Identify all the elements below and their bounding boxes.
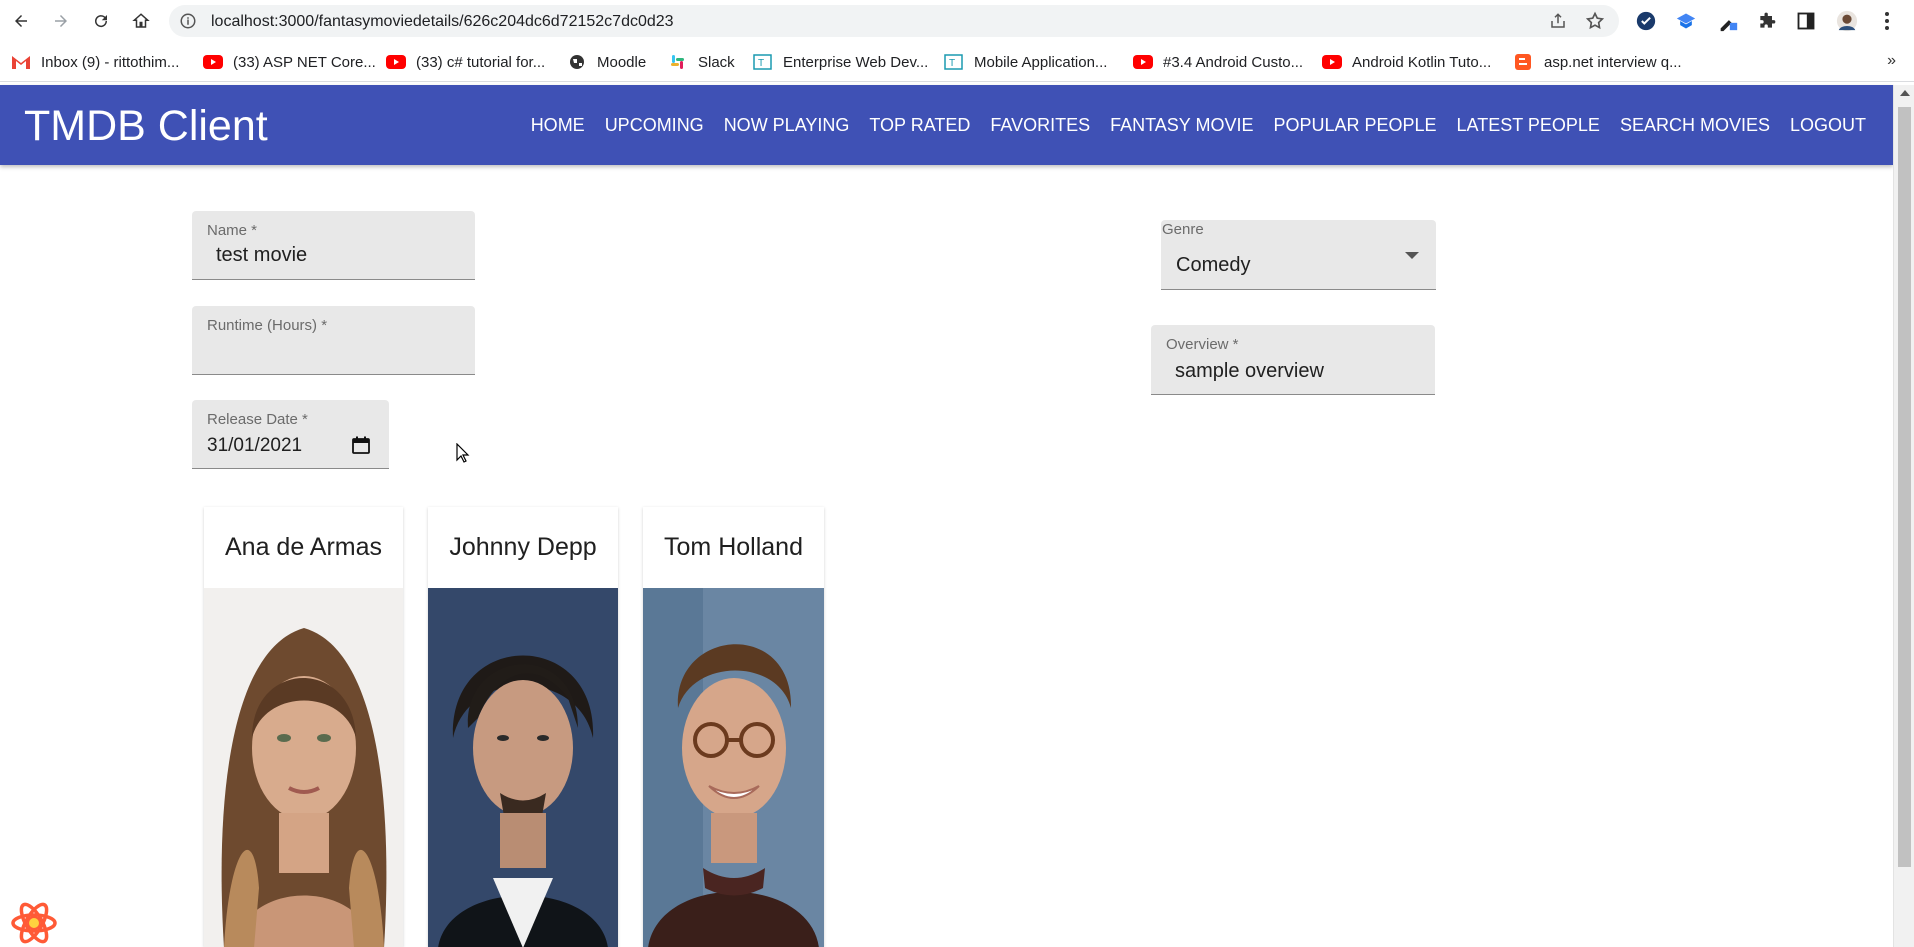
bookmark-item[interactable]: (33) c# tutorial for...	[386, 51, 545, 73]
release-date-input[interactable]: 31/01/2021	[207, 435, 302, 457]
app-title[interactable]: TMDB Client	[24, 102, 268, 151]
actor-photo	[643, 588, 824, 947]
reload-icon[interactable]	[87, 7, 115, 35]
side-panel-icon[interactable]	[1795, 10, 1817, 32]
youtube-icon	[386, 55, 406, 69]
main-nav: HOME UPCOMING NOW PLAYING TOP RATED FAVO…	[521, 85, 1876, 165]
overview-label: Overview *	[1166, 336, 1239, 353]
bookmark-label: #3.4 Android Custo...	[1163, 53, 1304, 71]
profile-avatar-icon[interactable]	[1836, 10, 1858, 32]
youtube-icon	[1322, 55, 1342, 69]
bookmark-label: (33) c# tutorial for...	[416, 53, 546, 71]
nav-now-playing[interactable]: NOW PLAYING	[714, 115, 860, 136]
gmail-icon	[12, 56, 30, 69]
bookmark-item[interactable]: T Enterprise Web Dev...	[753, 51, 928, 73]
blogger-icon	[1515, 54, 1531, 70]
bookmark-label: Enterprise Web Dev...	[783, 53, 929, 71]
nav-latest-people[interactable]: LATEST PEOPLE	[1447, 115, 1610, 136]
react-devtools-icon[interactable]	[9, 900, 59, 946]
forward-arrow-icon[interactable]	[47, 7, 75, 35]
info-icon[interactable]	[179, 12, 197, 30]
nav-upcoming[interactable]: UPCOMING	[595, 115, 714, 136]
scrollbar-thumb[interactable]	[1898, 107, 1911, 867]
actor-card[interactable]: Ana de Armas	[204, 507, 403, 947]
actor-card[interactable]: Tom Holland	[643, 507, 824, 947]
actor-photo	[428, 588, 618, 947]
bookmark-label: asp.net interview q...	[1544, 53, 1682, 71]
bookmark-label: Moodle	[597, 53, 647, 71]
genre-select[interactable]: Genre Comedy	[1161, 220, 1436, 290]
actor-name: Ana de Armas	[224, 533, 383, 561]
name-input[interactable]: test movie	[216, 244, 307, 267]
check-circle-icon[interactable]	[1635, 10, 1657, 32]
nav-logout[interactable]: LOGOUT	[1780, 115, 1876, 136]
kebab-menu-icon[interactable]	[1876, 10, 1898, 32]
bookmark-item[interactable]: Slack	[668, 51, 735, 73]
bookmark-label: Inbox (9) - rittothim...	[41, 53, 180, 71]
mouse-cursor-icon	[456, 443, 470, 463]
more-bookmarks-button[interactable]: »	[1887, 52, 1896, 70]
calendar-icon[interactable]	[352, 436, 370, 454]
bookmarks-bar: Inbox (9) - rittothim... (33) ASP NET Co…	[0, 42, 1914, 82]
genre-selected-value[interactable]: Comedy	[1176, 254, 1250, 277]
extensions-puzzle-icon[interactable]	[1756, 10, 1778, 32]
youtube-icon	[1133, 55, 1153, 69]
svg-text:T: T	[949, 58, 955, 69]
bookmark-t-icon: T	[944, 54, 963, 70]
name-field[interactable]: Name * test movie	[192, 211, 475, 280]
actor-name: Johnny Depp	[449, 533, 597, 561]
bookmark-item[interactable]: Android Kotlin Tuto...	[1322, 51, 1491, 73]
genre-label: Genre	[1162, 221, 1204, 238]
youtube-icon	[203, 55, 223, 69]
browser-toolbar: localhost:3000/fantasymoviedetails/626c2…	[0, 0, 1914, 42]
runtime-field[interactable]: Runtime (Hours) *	[192, 306, 475, 375]
overview-field[interactable]: Overview * sample overview	[1151, 325, 1435, 395]
slack-icon	[671, 55, 684, 69]
bookmark-label: Android Kotlin Tuto...	[1352, 53, 1492, 71]
actor-card[interactable]: Johnny Depp	[428, 507, 618, 947]
globe-icon	[570, 55, 584, 69]
bookmark-label: (33) ASP NET Core...	[233, 53, 376, 71]
nav-top-rated[interactable]: TOP RATED	[859, 115, 980, 136]
nav-fantasy-movie[interactable]: FANTASY MOVIE	[1100, 115, 1263, 136]
release-date-label: Release Date *	[207, 411, 308, 428]
nav-favorites[interactable]: FAVORITES	[980, 115, 1100, 136]
bookmark-label: Mobile Application...	[974, 53, 1108, 71]
nav-popular-people[interactable]: POPULAR PEOPLE	[1263, 115, 1446, 136]
bookmark-item[interactable]: Inbox (9) - rittothim...	[11, 51, 179, 73]
app-header: TMDB Client HOME UPCOMING NOW PLAYING TO…	[0, 85, 1893, 165]
bookmark-item[interactable]: (33) ASP NET Core...	[203, 51, 376, 73]
svg-text:T: T	[758, 58, 764, 69]
dropdown-arrow-icon[interactable]	[1405, 252, 1419, 259]
eyedropper-icon[interactable]	[1717, 10, 1739, 32]
name-label: Name *	[207, 222, 258, 239]
url-text[interactable]: localhost:3000/fantasymoviedetails/626c2…	[211, 13, 674, 31]
bookmark-label: Slack	[698, 53, 735, 71]
release-date-field[interactable]: Release Date * 31/01/2021	[192, 400, 389, 469]
page-scrollbar[interactable]	[1893, 85, 1914, 947]
nav-home[interactable]: HOME	[521, 115, 595, 136]
bookmark-item[interactable]: T Mobile Application...	[944, 51, 1107, 73]
bookmark-t-icon: T	[753, 54, 772, 70]
runtime-label: Runtime (Hours) *	[207, 317, 328, 334]
bookmark-item[interactable]: asp.net interview q...	[1514, 51, 1682, 73]
back-arrow-icon[interactable]	[7, 7, 35, 35]
bookmark-star-icon[interactable]	[1585, 11, 1605, 31]
home-icon[interactable]	[127, 7, 155, 35]
address-bar[interactable]: localhost:3000/fantasymoviedetails/626c2…	[169, 5, 1619, 37]
actor-photo	[204, 588, 403, 947]
actor-name: Tom Holland	[664, 533, 803, 561]
scroll-up-arrow-icon[interactable]	[1900, 90, 1910, 96]
graduation-cap-icon[interactable]	[1675, 10, 1697, 32]
share-icon[interactable]	[1549, 12, 1567, 30]
nav-search-movies[interactable]: SEARCH MOVIES	[1610, 115, 1780, 136]
overview-input[interactable]: sample overview	[1175, 360, 1324, 383]
bookmark-item[interactable]: #3.4 Android Custo...	[1133, 51, 1303, 73]
bookmark-item[interactable]: Moodle	[567, 51, 646, 73]
